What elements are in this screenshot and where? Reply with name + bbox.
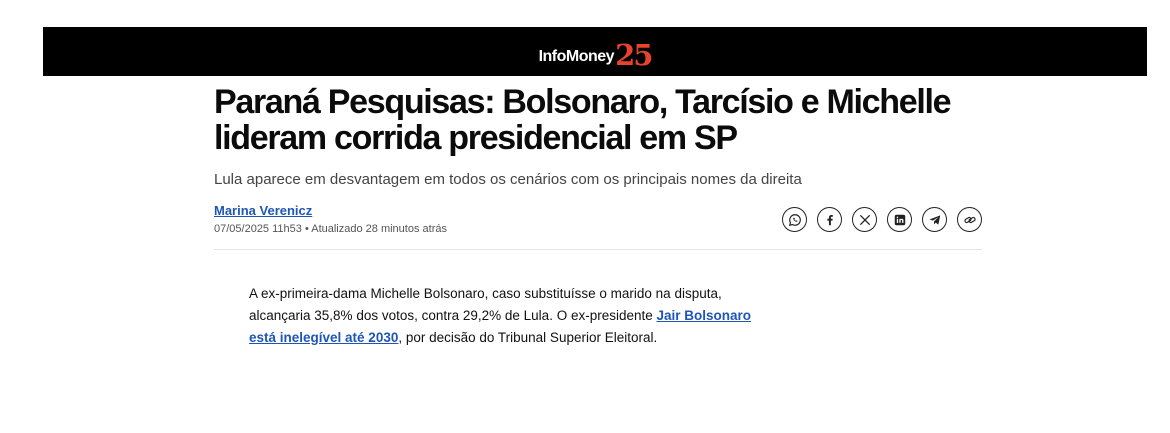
site-logo[interactable]: InfoMoney 25 (538, 37, 654, 70)
author-link[interactable]: Marina Verenicz (214, 203, 447, 219)
share-telegram-button[interactable] (922, 207, 947, 232)
copy-link-button[interactable] (957, 207, 982, 232)
logo-text: InfoMoney (538, 48, 615, 65)
byline: Marina Verenicz 07/05/2025 11h53 • Atual… (214, 203, 982, 250)
top-bar: InfoMoney 25 (43, 27, 1147, 76)
share-buttons (782, 207, 982, 232)
logo-number: 25 (615, 38, 653, 72)
share-linkedin-button[interactable] (887, 207, 912, 232)
article-subtitle: Lula aparece em desvantagem em todos os … (214, 171, 802, 188)
facebook-icon (826, 214, 833, 225)
paragraph-text-end: , por decisão do Tribunal Superior Eleit… (398, 330, 658, 345)
share-facebook-button[interactable] (817, 207, 842, 232)
share-x-button[interactable] (852, 207, 877, 232)
author-block: Marina Verenicz 07/05/2025 11h53 • Atual… (214, 203, 447, 236)
paragraph-text: A ex-primeira-dama Michelle Bolsonaro, c… (249, 286, 722, 323)
whatsapp-icon (788, 213, 801, 226)
article-headline: Paraná Pesquisas: Bolsonaro, Tarcísio e … (214, 83, 952, 157)
telegram-icon (928, 214, 940, 225)
x-icon (859, 214, 870, 225)
share-whatsapp-button[interactable] (782, 207, 807, 232)
article-paragraph: A ex-primeira-dama Michelle Bolsonaro, c… (249, 283, 759, 349)
publish-date: 07/05/2025 11h53 • Atualizado 28 minutos… (214, 223, 447, 235)
article-header: Paraná Pesquisas: Bolsonaro, Tarcísio e … (214, 84, 982, 250)
copy-link-icon (963, 216, 976, 223)
linkedin-icon (894, 214, 905, 225)
